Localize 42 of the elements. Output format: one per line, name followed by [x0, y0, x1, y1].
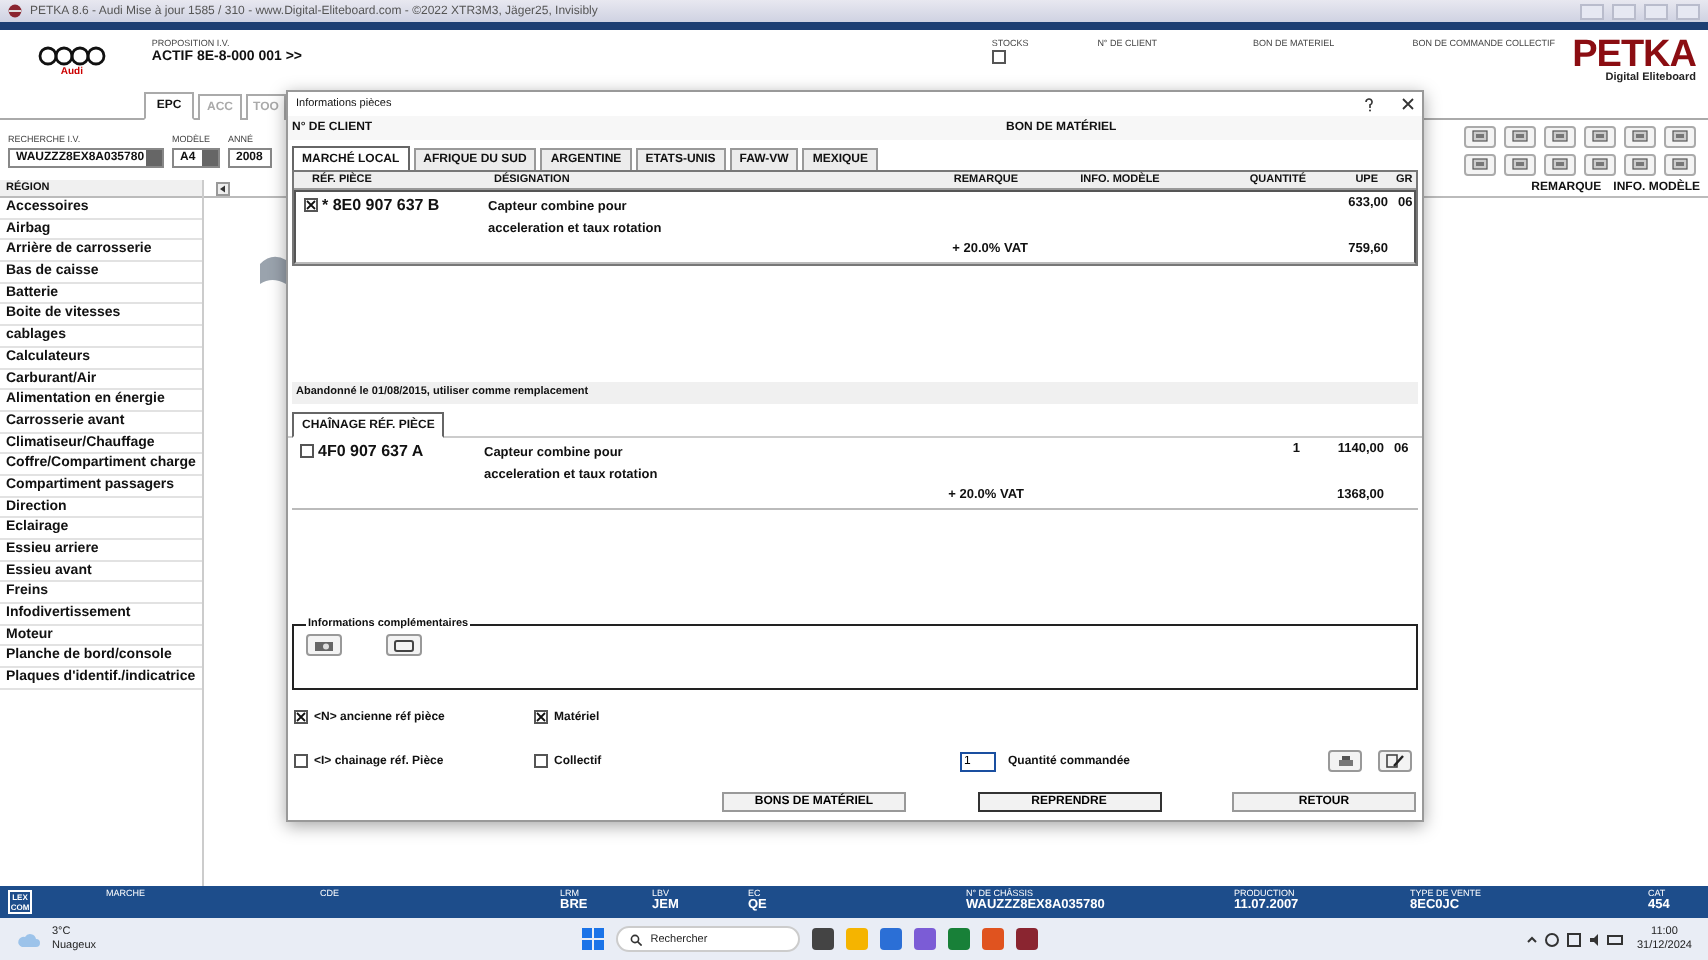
- toolbar-button[interactable]: [1464, 125, 1496, 147]
- toolbar-button[interactable]: [1504, 153, 1536, 175]
- toolbar-button[interactable]: [1464, 153, 1496, 175]
- edit-button[interactable]: [1378, 750, 1412, 772]
- print-button[interactable]: [1328, 750, 1362, 772]
- rings-logo: [37, 46, 106, 66]
- logo-text: PETKA: [1572, 38, 1696, 72]
- scroll-left-icon[interactable]: [216, 181, 230, 195]
- frame-button[interactable]: [386, 634, 422, 656]
- checkbox[interactable]: [991, 50, 1006, 64]
- checkbox[interactable]: [294, 710, 308, 724]
- part-number: 4F0 907 637 A: [318, 442, 424, 460]
- part-number: * 8E0 907 637 B: [322, 196, 440, 214]
- toolbar-button[interactable]: [1624, 153, 1656, 175]
- taskbar-app-icon[interactable]: [914, 928, 937, 950]
- start-icon[interactable]: [582, 928, 605, 950]
- frame-icon: [394, 639, 414, 651]
- app-icon: [8, 4, 22, 18]
- checkbox[interactable]: [534, 710, 548, 724]
- checkbox[interactable]: [300, 444, 314, 458]
- toolbar-button[interactable]: [1584, 125, 1616, 147]
- cloud-icon: [16, 931, 40, 947]
- checkbox[interactable]: [534, 754, 548, 768]
- toolbar-button[interactable]: [1664, 153, 1696, 175]
- camera-button[interactable]: [306, 634, 342, 656]
- taskbar-app-icon[interactable]: [880, 928, 903, 950]
- toolbar-button[interactable]: [1624, 125, 1656, 147]
- toolbar-button[interactable]: [1664, 125, 1696, 147]
- toolbar-button[interactable]: [1504, 125, 1536, 147]
- edit-icon: [1386, 754, 1404, 768]
- search-icon: [630, 933, 643, 945]
- camera-icon: [314, 639, 334, 651]
- taskbar-app-icon[interactable]: [948, 928, 971, 950]
- toolbar-button[interactable]: [1584, 153, 1616, 175]
- toolbar-button[interactable]: [1544, 125, 1576, 147]
- toolbar-button[interactable]: [1544, 153, 1576, 175]
- taskbar-app-icon[interactable]: [1016, 928, 1039, 950]
- printer-icon: [1337, 755, 1353, 767]
- taskbar-app-icon[interactable]: [812, 928, 835, 950]
- system-tray-icons[interactable]: [1524, 931, 1625, 947]
- checkbox[interactable]: [294, 754, 308, 768]
- checkbox[interactable]: [304, 198, 318, 212]
